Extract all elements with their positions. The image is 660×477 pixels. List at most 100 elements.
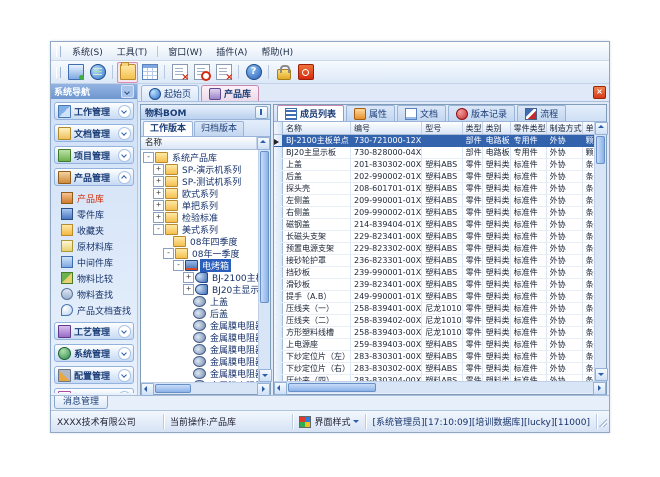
chevron-down-icon[interactable] [118, 391, 131, 394]
table-row[interactable]: 探头壳208-601701-01X塑料ABS零件塑料类标准件外协条 [274, 183, 594, 195]
tree-scroll-left-button[interactable] [141, 383, 154, 396]
table-row[interactable]: 磁钢盖214-839404-01X塑料ABS零件塑料类标准件外协条 [274, 219, 594, 231]
table-row[interactable]: 右侧盖209-990002-01X塑料ABS零件塑料类标准件外协条 [274, 207, 594, 219]
message-management-tab[interactable]: 消息管理 [54, 396, 108, 409]
tree-node[interactable]: -系统产品库 [141, 151, 258, 163]
tree-node[interactable]: +欧式系列 [141, 187, 258, 199]
open-library-button[interactable] [117, 62, 138, 83]
tree-horizontal-scrollbar[interactable] [141, 382, 270, 394]
collapse-toggle[interactable]: - [143, 152, 154, 163]
detail-tab[interactable]: 文档 [397, 105, 446, 121]
table-row[interactable]: 上电源座259-839403-00X塑料ABS零件塑料类标准件外协条 [274, 339, 594, 351]
table-row[interactable]: 下纱定位片（左）283-830301-00X塑料ABS零件塑料类标准件外协条 [274, 351, 594, 363]
table-vertical-scrollbar[interactable] [594, 122, 606, 381]
detail-tab[interactable]: 流程 [517, 105, 566, 121]
sidebar-section-3[interactable]: 产品管理 [54, 168, 134, 186]
table-row[interactable]: 方形塑料线槽258-839403-00X尼龙1010零件塑料类标准件外协条 [274, 327, 594, 339]
tree-node[interactable]: 08年四季度 [141, 235, 258, 247]
collapse-toggle[interactable]: - [173, 260, 184, 271]
chevron-down-icon[interactable] [118, 149, 131, 162]
column-header-0[interactable]: 名称 [283, 122, 351, 135]
exit-button[interactable] [295, 62, 316, 83]
chevron-down-icon[interactable] [118, 325, 131, 338]
column-header-4[interactable]: 类别 [482, 122, 510, 135]
tree-hscroll-thumb[interactable] [155, 384, 191, 393]
tree-node[interactable]: 金属膜电阻器 [141, 355, 258, 367]
check-document-button[interactable] [191, 62, 212, 83]
sidebar-item[interactable]: 原材料库 [53, 238, 135, 254]
table-row[interactable]: BJ-2100主板单点730-721000-12X部件电路板专用件外协颗 [274, 135, 594, 147]
column-header-2[interactable]: 型号 [422, 122, 462, 135]
tree-node[interactable]: +检验标准 [141, 211, 258, 223]
table-horizontal-scrollbar[interactable] [274, 381, 606, 393]
table-row[interactable]: 滑砂板239-823401-00X塑料ABS零件塑料类标准件外协条 [274, 279, 594, 291]
sidebar-item[interactable]: 产品文档查找 [53, 302, 135, 318]
tree-node[interactable]: +SP-演示机系列 [141, 163, 258, 175]
tree-node[interactable]: 上盖 [141, 295, 258, 307]
sidebar-section-1[interactable]: 文档管理 [54, 124, 134, 142]
document-tab[interactable]: 产品库 [201, 85, 259, 101]
sidebar-section-0[interactable]: 工作管理 [54, 102, 134, 120]
sidebar-section-2[interactable]: 项目管理 [54, 146, 134, 164]
pin-icon[interactable] [255, 106, 268, 119]
expand-toggle[interactable]: + [183, 284, 194, 295]
tree-node[interactable]: 金属膜电阻器 [141, 319, 258, 331]
detail-tab[interactable]: 属性 [346, 105, 395, 121]
version-tab[interactable]: 归档版本 [194, 121, 244, 136]
sidebar-section-4[interactable]: 工艺管理 [54, 322, 134, 340]
table-row[interactable]: 左侧盖209-990001-01X塑料ABS零件塑料类标准件外协条 [274, 195, 594, 207]
table-row[interactable]: 下纱定位片（右）283-830302-00X塑料ABS零件塑料类标准件外协条 [274, 363, 594, 375]
sidebar-item[interactable]: 物料比较 [53, 270, 135, 286]
expand-toggle[interactable]: + [153, 176, 164, 187]
table-row[interactable]: 提手（A.B）249-990001-01X塑料ABS零件塑料类标准件外协条 [274, 291, 594, 303]
table-row[interactable]: 接砂轮护罩236-823301-00X塑料ABS零件塑料类标准件外协条 [274, 255, 594, 267]
column-header-3[interactable]: 类型 [462, 122, 482, 135]
tree-scroll-down-button[interactable] [259, 369, 272, 382]
tree-node[interactable]: +单把系列 [141, 199, 258, 211]
tree-node[interactable]: 后盖 [141, 307, 258, 319]
menu-item-0[interactable]: 系统(S) [66, 43, 109, 60]
collapse-toggle[interactable]: - [163, 248, 174, 259]
menu-item-3[interactable]: 插件(A) [210, 43, 253, 60]
table-hscroll-thumb[interactable] [288, 383, 376, 392]
table-row[interactable]: 后盖202-990002-01X塑料ABS零件塑料类标准件外协条 [274, 171, 594, 183]
menu-item-1[interactable]: 工具(T) [111, 43, 154, 60]
sidebar-item[interactable]: 产品库 [53, 190, 135, 206]
tree-vertical-scrollbar[interactable] [258, 150, 270, 382]
chevron-down-icon[interactable] [118, 127, 131, 140]
sidebar-collapse-button[interactable] [121, 85, 134, 98]
tree-node[interactable]: +BJ-2100主板单点 [141, 271, 258, 283]
sidebar-item[interactable]: 物料查找 [53, 286, 135, 302]
expand-toggle[interactable]: + [183, 272, 194, 283]
resize-grip[interactable] [597, 414, 609, 429]
chevron-up-icon[interactable] [118, 171, 131, 184]
tree-scroll-up-button[interactable] [257, 137, 270, 150]
menu-item-4[interactable]: 帮助(H) [255, 43, 299, 60]
document-tab[interactable]: 起始页 [141, 85, 199, 101]
close-document-button[interactable] [169, 62, 190, 83]
tree-node[interactable]: -电烤箱 [141, 259, 258, 271]
tree-node[interactable]: 金属膜电阻器 [141, 367, 258, 379]
tree-node[interactable]: -08年一季度 [141, 247, 258, 259]
close-tab-button[interactable]: × [593, 86, 606, 99]
column-header-1[interactable]: 编号 [351, 122, 422, 135]
table-scroll-down-button[interactable] [595, 368, 608, 381]
delete-document-button[interactable] [213, 62, 234, 83]
tree-vscroll-thumb[interactable] [260, 151, 269, 303]
expand-toggle[interactable]: + [153, 164, 164, 175]
tree-node[interactable]: +SP-测试机系列 [141, 175, 258, 187]
column-header-5[interactable]: 零件类型 [510, 122, 546, 135]
detail-tab[interactable]: 版本记录 [448, 105, 515, 121]
table-row[interactable]: 挡砂板239-990001-01X塑料ABS零件塑料类标准件外协条 [274, 267, 594, 279]
collapse-toggle[interactable]: - [153, 224, 164, 235]
table-scroll-up-button[interactable] [595, 122, 608, 135]
sidebar-section-6[interactable]: 配置管理 [54, 366, 134, 384]
table-vscroll-thumb[interactable] [596, 136, 605, 164]
tree-node[interactable]: -美式系列 [141, 223, 258, 235]
sidebar-section-5[interactable]: 系统管理 [54, 344, 134, 362]
table-scroll-right-button[interactable] [593, 382, 606, 395]
expand-toggle[interactable]: + [153, 188, 164, 199]
tree-scroll-right-button[interactable] [257, 383, 270, 396]
detail-tab[interactable]: 成员列表 [277, 105, 344, 121]
sidebar-section-7[interactable]: 扩展功能 [54, 388, 134, 393]
